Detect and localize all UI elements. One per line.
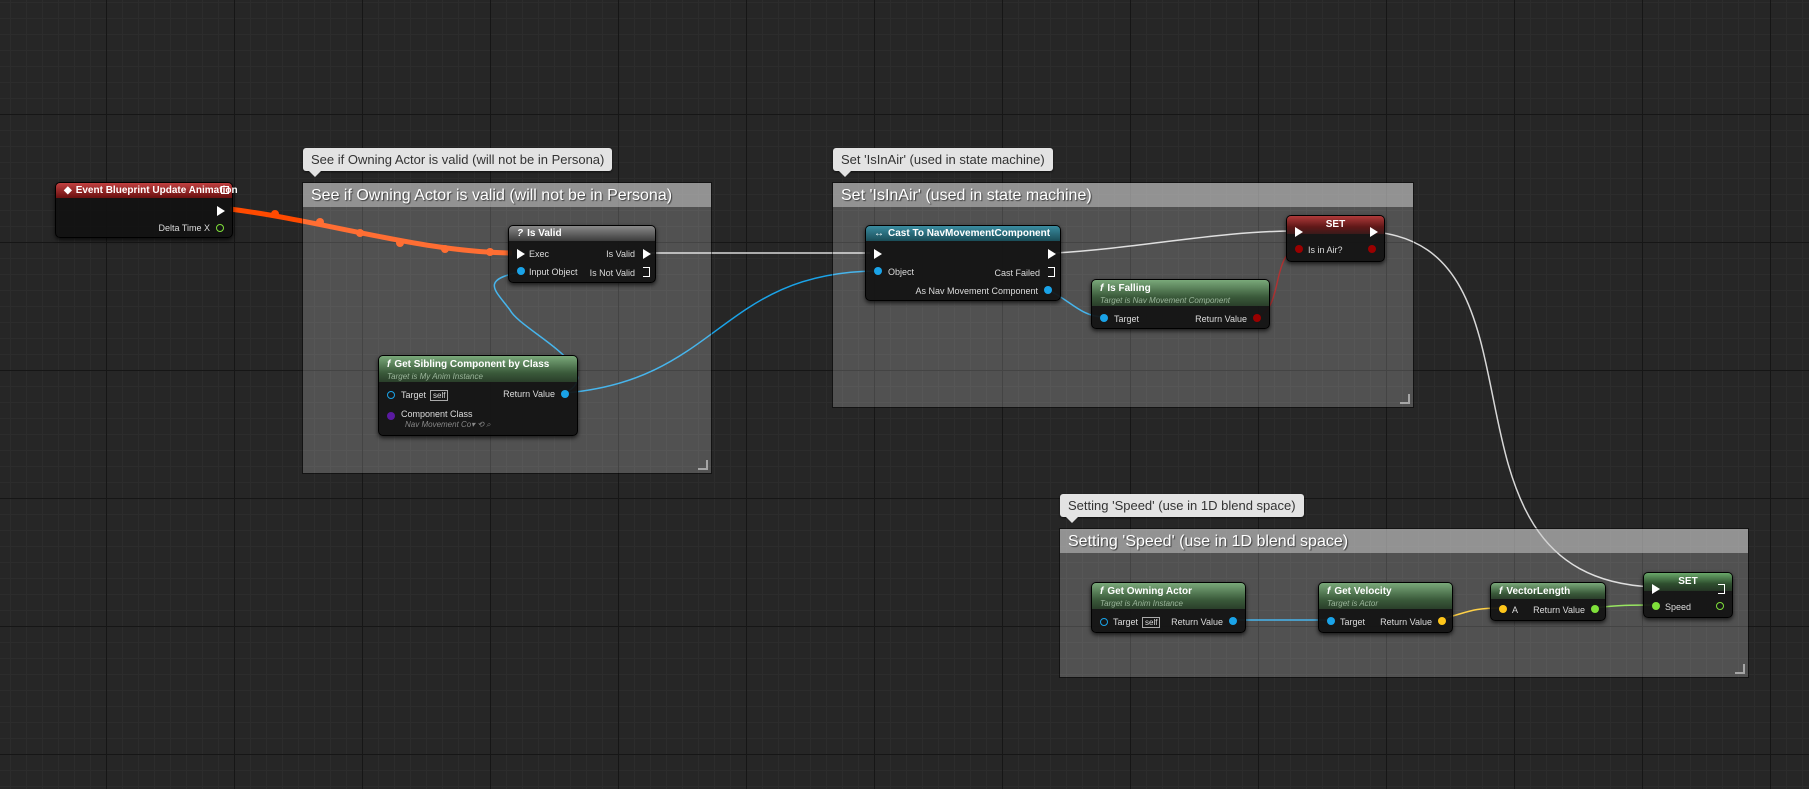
is-in-air-pin[interactable]	[1295, 245, 1303, 253]
node-is-falling[interactable]: f Is Falling Target is Nav Movement Compon…	[1091, 279, 1270, 329]
node-header[interactable]: ↔ Cast To NavMovementComponent	[866, 226, 1060, 241]
comment-title-isinair[interactable]: Set 'IsInAir' (used in state machine)	[833, 183, 1413, 207]
speed-pin[interactable]	[1652, 602, 1660, 610]
exec-cast-failed-pin[interactable]	[1048, 267, 1056, 277]
pin-label-cast-failed: Cast Failed	[994, 268, 1040, 278]
pin-label-return-value: Return Value	[1380, 617, 1432, 627]
pin-label-target: Target self	[1113, 617, 1161, 628]
pin-label-exec: Exec	[529, 249, 550, 259]
node-get-velocity[interactable]: f Get Velocity Target is Actor Target Retu…	[1318, 582, 1453, 633]
class-combo[interactable]: Nav Movement Co	[405, 420, 471, 429]
return-value-pin[interactable]	[1438, 617, 1446, 625]
node-header[interactable]: f Get Velocity Target is Actor	[1319, 583, 1452, 609]
node-header[interactable]: f Is Falling Target is Nav Movement Compon…	[1092, 280, 1269, 306]
exec-is-valid-pin[interactable]	[643, 249, 651, 259]
return-value-pin[interactable]	[561, 390, 569, 398]
return-value-pin[interactable]	[1229, 617, 1237, 625]
node-header[interactable]: f Get Sibling Component by Class Target is…	[379, 356, 577, 382]
component-class-pin[interactable]	[387, 412, 395, 420]
exec-in-pin[interactable]	[874, 249, 882, 259]
as-nav-pin[interactable]	[1044, 286, 1052, 294]
resize-handle[interactable]	[1735, 664, 1745, 674]
node-get-owning-actor[interactable]: f Get Owning Actor Target is Anim Instance…	[1091, 582, 1246, 633]
node-vector-length[interactable]: f VectorLength A Return Value	[1490, 582, 1606, 621]
pin-label-component-class: Component Class	[401, 409, 473, 419]
target-pin[interactable]	[1327, 617, 1335, 625]
return-value-pin[interactable]	[1591, 605, 1599, 613]
exec-out-pin[interactable]	[217, 206, 225, 216]
node-event-update-animation[interactable]: ◆ Event Blueprint Update Animation Delta …	[55, 182, 238, 238]
self-box[interactable]: self	[430, 390, 449, 401]
blueprint-graph[interactable]: See if Owning Actor is valid (will not b…	[0, 0, 1809, 789]
node-is-valid[interactable]: ? Is Valid Exec Is Valid Input Object Is …	[508, 225, 656, 283]
object-pin[interactable]	[874, 267, 882, 275]
node-get-sibling-component[interactable]: f Get Sibling Component by Class Target is…	[378, 355, 578, 436]
target-pin[interactable]	[387, 391, 395, 399]
node-close-icon[interactable]	[221, 186, 229, 194]
comment-bubble-isinair[interactable]: Set 'IsInAir' (used in state machine)	[833, 148, 1053, 177]
resize-handle[interactable]	[698, 460, 708, 470]
exec-out-pin[interactable]	[1048, 249, 1056, 259]
pin-label-is-not-valid: Is Not Valid	[589, 268, 635, 278]
node-header[interactable]: ? Is Valid	[509, 226, 655, 241]
target-pin[interactable]	[1100, 618, 1108, 626]
speed-out-pin[interactable]	[1716, 602, 1724, 610]
comment-title-valid[interactable]: See if Owning Actor is valid (will not b…	[303, 183, 711, 207]
pin-label-input-object: Input Object	[529, 267, 578, 277]
exec-is-not-valid-pin[interactable]	[643, 267, 651, 277]
resize-handle[interactable]	[1400, 394, 1410, 404]
comment-bubble-speed[interactable]: Setting 'Speed' (use in 1D blend space)	[1060, 494, 1304, 523]
pin-label-target: Target	[1340, 617, 1366, 627]
pin-label-a: A	[1512, 605, 1519, 615]
pin-label-is-in-air: Is in Air?	[1308, 245, 1343, 255]
node-cast-to-navmovement[interactable]: ↔ Cast To NavMovementComponent Object Cas…	[865, 225, 1061, 301]
node-set-is-in-air[interactable]: SET Is in Air?	[1286, 215, 1385, 262]
pin-label-object: Object	[888, 267, 915, 277]
node-header[interactable]: f VectorLength	[1491, 583, 1605, 599]
class-combo-arrow-icon[interactable]: ▾ ⟲ ⌕	[471, 420, 491, 430]
comment-title-speed[interactable]: Setting 'Speed' (use in 1D blend space)	[1060, 529, 1748, 553]
pin-label-return-value: Return Value	[1533, 605, 1585, 615]
return-value-pin[interactable]	[1253, 314, 1261, 322]
pin-label-as-nav: As Nav Movement Component	[915, 286, 1038, 296]
pin-label-target: Target self	[401, 390, 449, 401]
exec-in-pin[interactable]	[1295, 227, 1303, 237]
a-pin[interactable]	[1499, 605, 1507, 613]
pin-label-return-value: Return Value	[503, 389, 555, 399]
target-pin[interactable]	[1100, 314, 1108, 322]
is-in-air-out-pin[interactable]	[1368, 245, 1376, 253]
pin-label-delta-time: Delta Time X	[158, 223, 210, 233]
comment-bubble-valid[interactable]: See if Owning Actor is valid (will not b…	[303, 148, 613, 177]
exec-out-pin[interactable]	[1718, 584, 1726, 594]
pin-label-is-valid: Is Valid	[606, 249, 635, 259]
delta-time-pin[interactable]	[216, 224, 224, 232]
input-object-pin[interactable]	[517, 267, 525, 275]
node-header[interactable]: ◆ Event Blueprint Update Animation	[56, 183, 238, 198]
exec-out-pin[interactable]	[1370, 227, 1378, 237]
pin-label-speed: Speed	[1665, 602, 1692, 612]
pin-label-return-value: Return Value	[1195, 314, 1247, 324]
exec-in-pin[interactable]	[1652, 584, 1660, 594]
node-header[interactable]: f Get Owning Actor Target is Anim Instance	[1092, 583, 1245, 609]
exec-in-pin[interactable]	[517, 249, 525, 259]
pin-label-target: Target	[1114, 314, 1140, 324]
pin-label-return-value: Return Value	[1171, 617, 1223, 627]
self-box[interactable]: self	[1142, 617, 1161, 628]
event-diamond-icon: ◆	[64, 185, 72, 196]
node-set-speed[interactable]: SET Speed	[1643, 572, 1733, 618]
